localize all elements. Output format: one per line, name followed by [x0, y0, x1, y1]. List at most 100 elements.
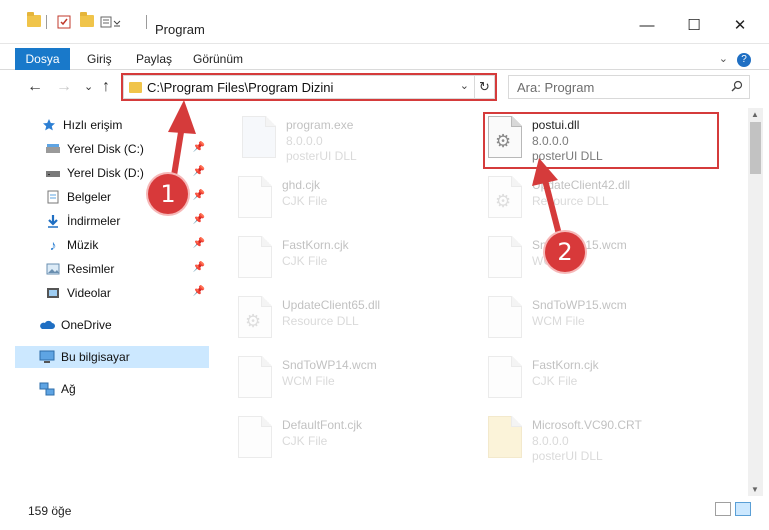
file-name: SndToWP14.wcm — [282, 358, 377, 372]
videos-icon — [45, 286, 61, 300]
up-button[interactable]: ↑ — [102, 78, 110, 96]
sidebar-item-downloads[interactable]: İndirmeler 📌 — [45, 210, 209, 232]
file-name: Microsoft.VC90.CRT — [532, 418, 642, 432]
ribbon-controls: ⌄ ? — [719, 52, 751, 67]
star-icon — [41, 118, 57, 132]
sidebar-item-local-disk-d[interactable]: Yerel Disk (D:) 📌 — [45, 162, 209, 184]
file-item[interactable]: program.exe 8.0.0.0 posterUI DLL — [242, 112, 482, 168]
file-detail: posterUI DLL — [532, 449, 603, 463]
exe-file-icon — [242, 116, 276, 158]
sidebar-item-label: Belgeler — [67, 190, 112, 204]
sidebar-item-videos[interactable]: Videolar 📌 — [45, 282, 209, 304]
file-detail: CJK File — [282, 194, 328, 208]
pin-icon[interactable]: 📌 — [193, 262, 205, 273]
properties-icon[interactable] — [57, 15, 71, 29]
file-item[interactable]: FastKorn.cjk CJK File — [488, 352, 728, 408]
details-view-icon[interactable] — [715, 502, 731, 516]
file-item[interactable]: FastKorn.cjk CJK File — [238, 232, 478, 288]
highlight-address-box — [121, 73, 497, 101]
file-item[interactable]: ghd.cjk CJK File — [238, 172, 478, 228]
file-item[interactable]: ⚙ UpdateClient42.dll Resource DLL — [488, 172, 728, 228]
tab-view[interactable]: Görünüm — [193, 52, 243, 66]
file-name: FastKorn.cjk — [532, 358, 599, 372]
search-icon[interactable] — [731, 80, 743, 92]
cjk-file-icon — [238, 176, 272, 218]
scroll-thumb[interactable] — [750, 122, 761, 174]
cjk-file-icon — [488, 356, 522, 398]
sidebar-item-pictures[interactable]: Resimler 📌 — [45, 258, 209, 280]
sidebar-item-label: İndirmeler — [67, 214, 121, 228]
tiles-view-icon[interactable] — [735, 502, 751, 516]
expand-ribbon-icon[interactable]: ⌄ — [719, 53, 728, 65]
pin-icon[interactable]: 📌 — [193, 166, 205, 177]
file-item[interactable]: SndToWP15.wcm WCM File — [488, 232, 728, 288]
file-item[interactable]: ⚙ UpdateClient65.dll Resource DLL — [238, 292, 478, 348]
help-icon[interactable]: ? — [737, 53, 751, 67]
scroll-up-icon[interactable]: ▲ — [751, 110, 759, 119]
customize-toolbar-icon[interactable] — [100, 15, 126, 29]
sidebar-item-music[interactable]: ♪ Müzik 📌 — [45, 234, 209, 256]
scroll-down-icon[interactable]: ▼ — [751, 485, 759, 494]
file-detail: 8.0.0.0 — [286, 134, 323, 148]
sidebar-item-label: Videolar — [67, 286, 111, 300]
file-name: FastKorn.cjk — [282, 238, 349, 252]
pin-icon[interactable]: 📌 — [193, 142, 205, 153]
status-bar: 159 öğe — [0, 500, 769, 530]
pin-icon[interactable]: 📌 — [193, 286, 205, 297]
view-toggle — [715, 502, 751, 516]
separator — [146, 15, 147, 29]
file-detail: Resource DLL — [532, 194, 609, 208]
tab-home[interactable]: Giriş — [87, 52, 112, 66]
back-button[interactable]: ← — [27, 78, 43, 96]
vertical-scrollbar[interactable]: ▲ ▼ — [748, 108, 763, 496]
sidebar-item-label: Resimler — [67, 262, 115, 276]
minimize-button[interactable]: — — [627, 14, 667, 38]
sidebar-item-label: Yerel Disk (D:) — [67, 166, 144, 180]
pin-icon[interactable]: 📌 — [193, 214, 205, 225]
pictures-icon — [45, 262, 61, 276]
folder-icon — [27, 12, 41, 27]
wcm-file-icon — [488, 296, 522, 338]
pin-icon[interactable]: 📌 — [193, 238, 205, 249]
step-badge-2: 2 — [545, 232, 585, 272]
network-icon — [39, 382, 55, 396]
file-item[interactable]: DefaultFont.cjk CJK File — [238, 412, 478, 468]
search-placeholder: Ara: Program — [517, 80, 595, 95]
maximize-button[interactable]: ☐ — [674, 14, 714, 38]
sidebar-item-this-pc[interactable]: Bu bilgisayar — [15, 346, 209, 368]
tab-file[interactable]: Dosya — [15, 48, 70, 70]
music-icon: ♪ — [49, 237, 57, 253]
file-detail: CJK File — [532, 374, 578, 388]
search-input[interactable]: Ara: Program — [508, 75, 750, 99]
sidebar-item-label: Yerel Disk (C:) — [67, 142, 144, 156]
file-name: program.exe — [286, 118, 354, 132]
file-item[interactable]: SndToWP15.wcm WCM File — [488, 292, 728, 348]
wcm-file-icon — [238, 356, 272, 398]
step-badge-1: 1 — [148, 174, 188, 214]
tab-share[interactable]: Paylaş — [136, 52, 172, 66]
sidebar-item-onedrive[interactable]: OneDrive — [39, 314, 209, 336]
sidebar-item-network[interactable]: Ağ — [39, 378, 209, 400]
close-button[interactable]: ✕ — [720, 14, 760, 38]
sidebar-item-label: Bu bilgisayar — [61, 350, 130, 364]
cjk-file-icon — [238, 416, 272, 458]
file-item[interactable]: Microsoft.VC90.CRT 8.0.0.0 posterUI DLL — [488, 412, 728, 468]
file-item[interactable]: SndToWP14.wcm WCM File — [238, 352, 478, 408]
sidebar-item-label: Müzik — [67, 238, 99, 252]
sidebar-item-label: OneDrive — [61, 318, 112, 332]
file-name: UpdateClient65.dll — [282, 298, 381, 312]
file-detail: WCM File — [282, 374, 335, 388]
sidebar-item-local-disk-c[interactable]: Yerel Disk (C:) 📌 — [45, 138, 209, 160]
ribbon-tabs: Dosya Giriş Paylaş Görünüm ⌄ ? — [0, 44, 769, 70]
file-detail: CJK File — [282, 434, 328, 448]
pin-icon[interactable]: 📌 — [193, 190, 205, 201]
sidebar-item-quick-access[interactable]: Hızlı erişim — [41, 114, 209, 136]
sidebar-item-label: Ağ — [61, 382, 76, 396]
forward-button[interactable]: → — [56, 78, 72, 96]
file-detail: CJK File — [282, 254, 328, 268]
new-folder-icon[interactable] — [80, 12, 94, 27]
cjk-file-icon — [238, 236, 272, 278]
recent-locations-button[interactable]: ⌄ — [84, 80, 93, 93]
file-detail: Resource DLL — [282, 314, 359, 328]
folder-file-icon — [488, 416, 522, 458]
